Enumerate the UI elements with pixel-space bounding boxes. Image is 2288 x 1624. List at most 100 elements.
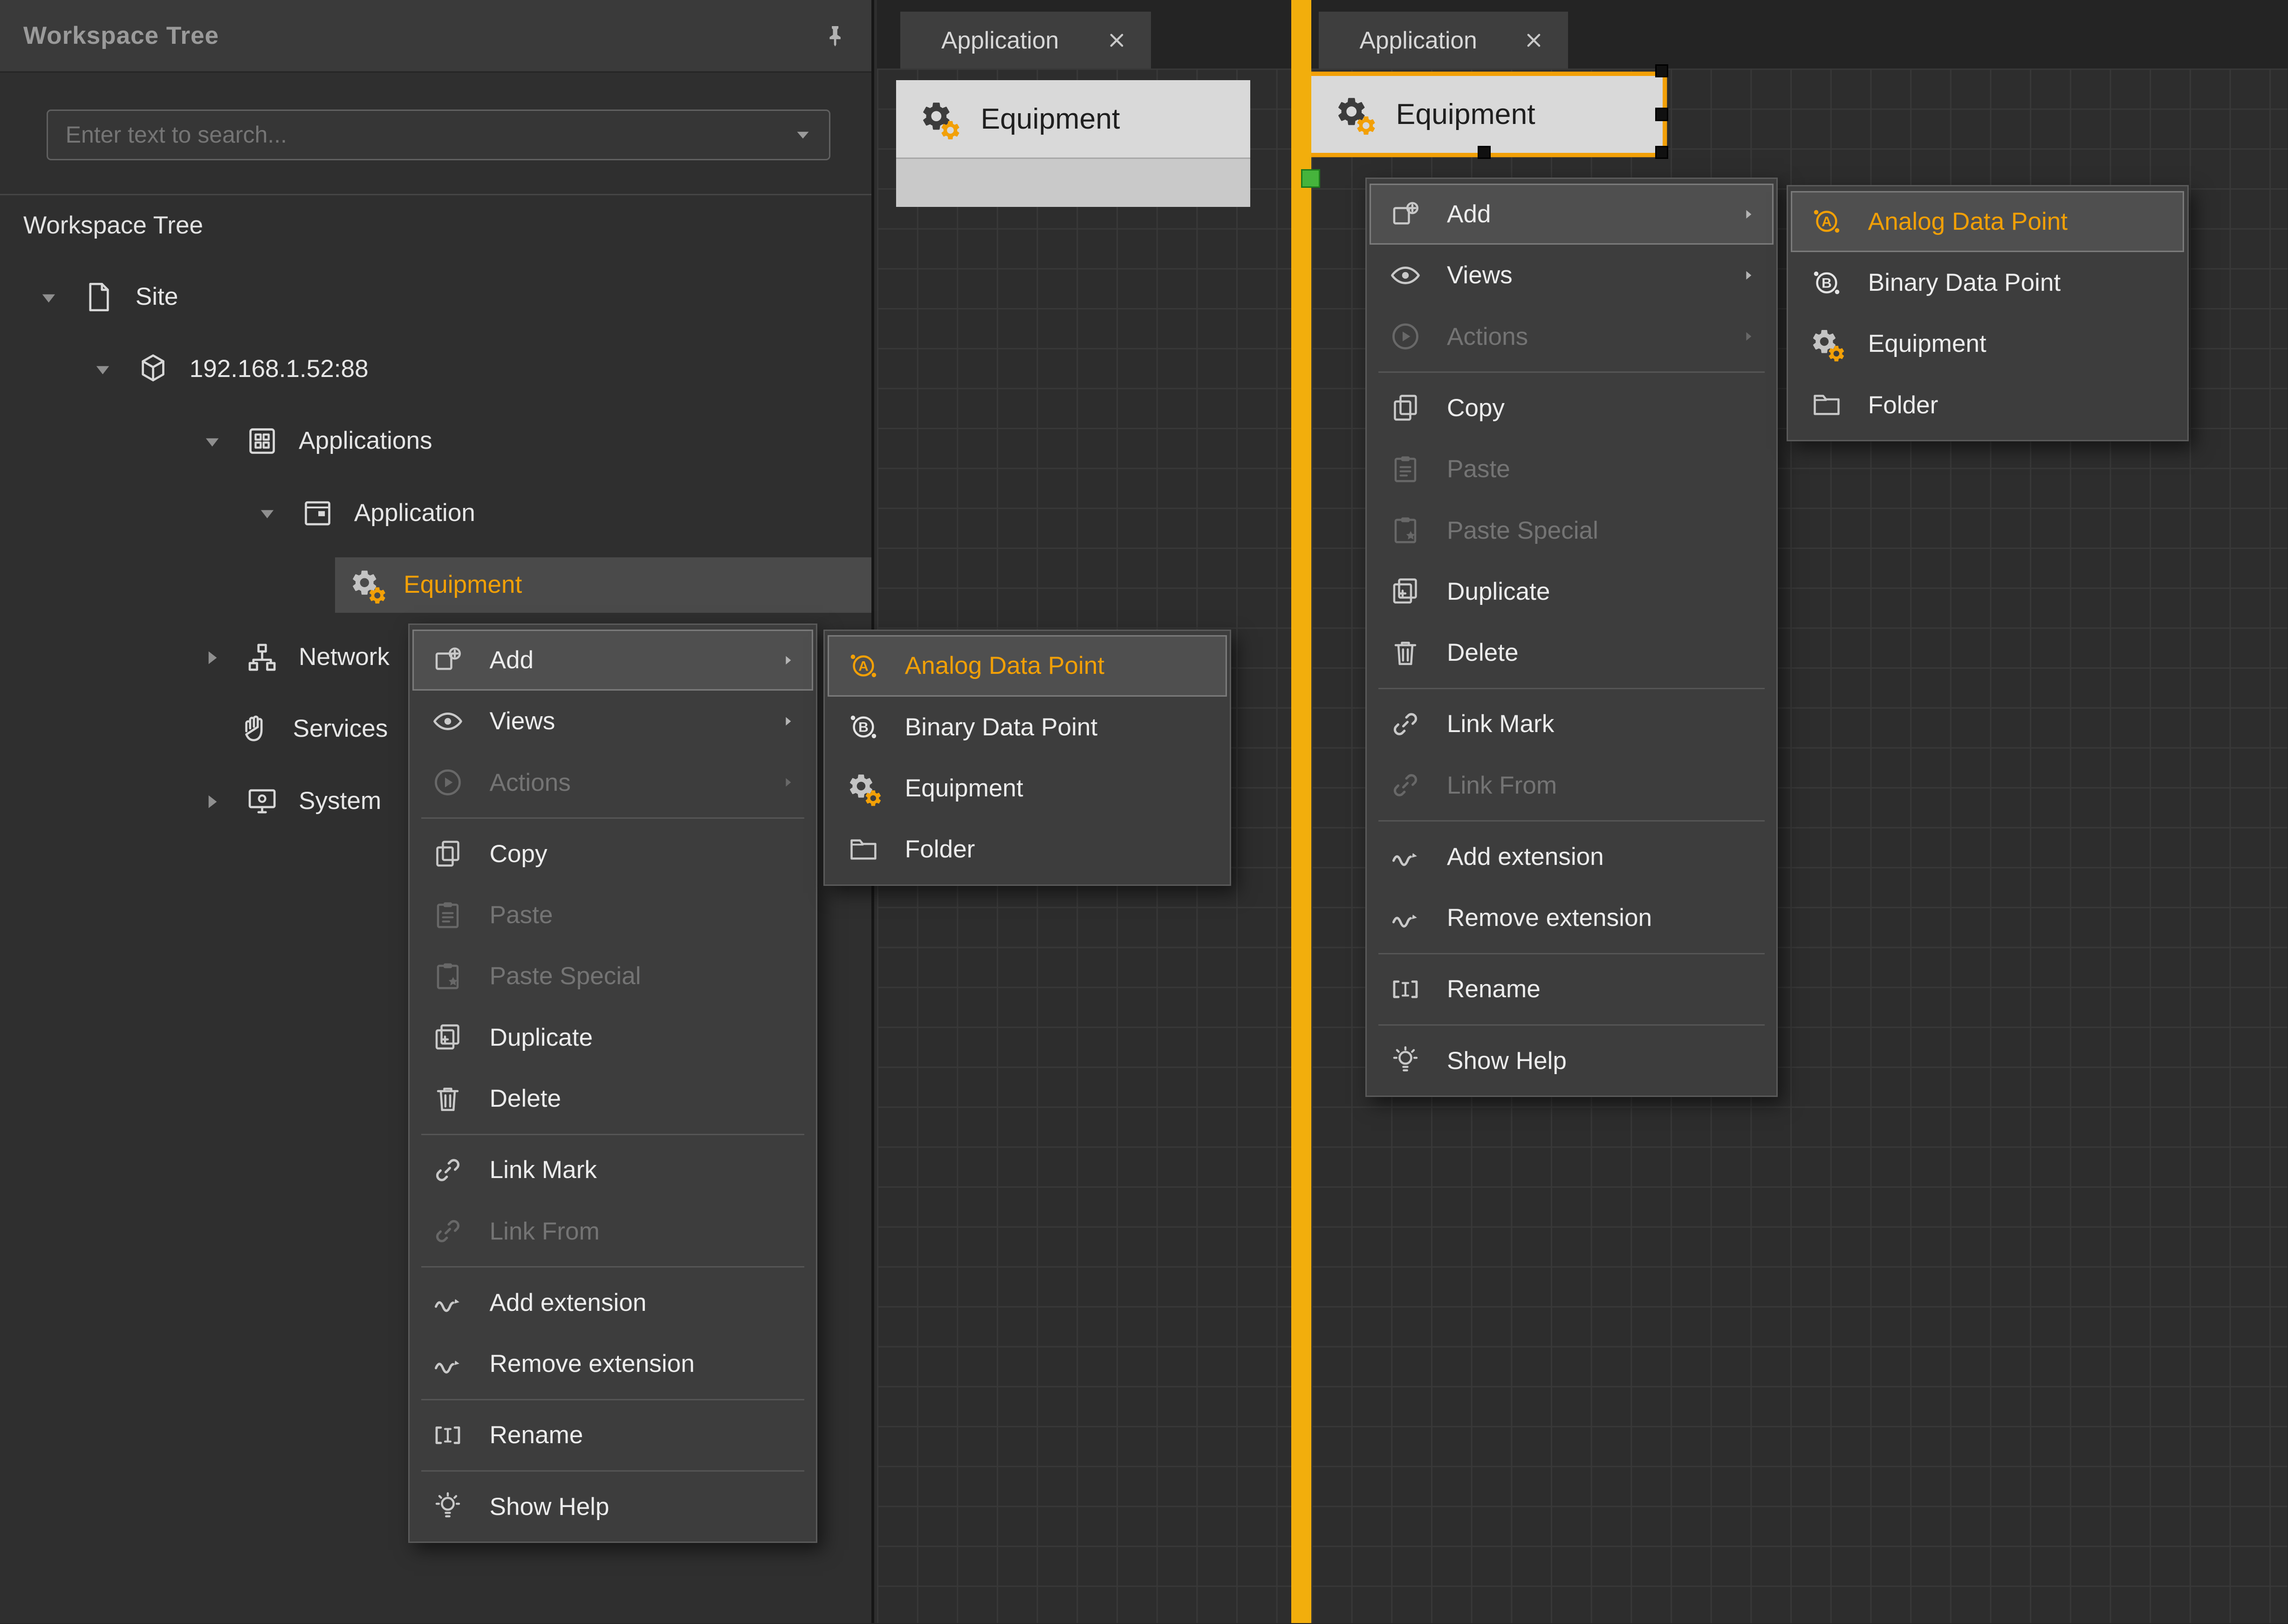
menu-item-label: Folder: [1868, 391, 2170, 419]
menu-item-add[interactable]: Add: [412, 630, 813, 691]
window-splitter[interactable]: [1291, 0, 1312, 1623]
menu-item-link-from[interactable]: Link From: [412, 1200, 813, 1261]
menu-separator: [1378, 688, 1765, 689]
pin-icon[interactable]: [822, 23, 848, 49]
menu-item-remove-extension[interactable]: Remove extension: [1370, 887, 1773, 948]
menu-item-label: Rename: [1447, 975, 1759, 1003]
menu-item-paste-special[interactable]: Paste Special: [412, 946, 813, 1007]
menu-item-label: Analog Data Point: [1868, 207, 2170, 236]
tree-node-label: 192.168.1.52:88: [190, 342, 369, 397]
tree-node-label: Application: [354, 486, 475, 541]
folder-icon: [1810, 388, 1843, 422]
submenu-arrow-icon: [1739, 204, 1759, 225]
app-window: Workspace Tree Workspace Tree Site192.16…: [0, 0, 2288, 1623]
search-dropdown-icon[interactable]: [791, 123, 815, 146]
submenu-arrow-icon: [1739, 265, 1759, 286]
tree-node-192-168-1-52-88[interactable]: 192.168.1.52:88: [0, 342, 871, 397]
menu-item-views[interactable]: Views: [1370, 245, 1773, 306]
menu-item-equipment[interactable]: Equipment: [1791, 313, 2185, 374]
tree-node-site[interactable]: Site: [0, 269, 871, 325]
menu-item-equipment[interactable]: Equipment: [828, 758, 1227, 819]
paste-special-icon: [1389, 514, 1422, 547]
menu-item-binary-data-point[interactable]: BBinary Data Point: [828, 697, 1227, 758]
tab-application-right[interactable]: Application: [1319, 12, 1568, 69]
menu-item-rename[interactable]: Rename: [412, 1405, 813, 1466]
menu-item-label: Copy: [1447, 394, 1759, 422]
menu-item-actions[interactable]: Actions: [1370, 306, 1773, 367]
menu-item-duplicate[interactable]: Duplicate: [1370, 561, 1773, 622]
menu-item-show-help[interactable]: Show Help: [412, 1476, 813, 1537]
paste-icon: [1389, 452, 1422, 486]
menu-item-label: Show Help: [490, 1493, 799, 1521]
paste-icon: [431, 898, 465, 932]
delete-icon: [431, 1082, 465, 1116]
menu-item-analog-data-point[interactable]: AAnalog Data Point: [1791, 191, 2185, 252]
expander-right-icon[interactable]: [201, 791, 223, 813]
services-icon: [239, 712, 274, 747]
anchor-handle[interactable]: [1301, 169, 1320, 188]
menu-item-link-mark[interactable]: Link Mark: [412, 1139, 813, 1200]
tab-close-icon[interactable]: [1106, 29, 1128, 51]
equipment-icon: [1335, 95, 1374, 134]
menu-item-add-extension[interactable]: Add extension: [1370, 826, 1773, 887]
menu-item-show-help[interactable]: Show Help: [1370, 1030, 1773, 1091]
expander-down-icon[interactable]: [201, 431, 223, 453]
resize-handle-s[interactable]: [1478, 146, 1491, 159]
menu-item-label: Add: [490, 646, 778, 674]
menu-item-copy[interactable]: Copy: [412, 823, 813, 884]
menu-item-analog-data-point[interactable]: A Analog Data Point: [828, 635, 1227, 696]
menu-item-add[interactable]: Add: [1370, 184, 1773, 245]
expander-down-icon[interactable]: [92, 359, 114, 381]
menu-item-binary-data-point[interactable]: BBinary Data Point: [1791, 252, 2185, 313]
tab-close-icon[interactable]: [1523, 29, 1545, 51]
tree-node-equipment[interactable]: Equipment: [0, 557, 871, 613]
menu-item-remove-extension[interactable]: Remove extension: [412, 1333, 813, 1394]
menu-item-folder[interactable]: Folder: [828, 819, 1227, 880]
search-input[interactable]: [48, 121, 791, 148]
tab-label: Application: [1359, 26, 1477, 54]
menu-item-label: Link Mark: [490, 1156, 799, 1184]
expander-down-icon[interactable]: [38, 287, 60, 309]
menu-item-delete[interactable]: Delete: [1370, 622, 1773, 683]
menu-item-label: Show Help: [1447, 1047, 1759, 1075]
menu-item-label: Delete: [1447, 638, 1759, 667]
rename-icon: [431, 1418, 465, 1452]
menu-item-label: Views: [1447, 261, 1739, 289]
menu-item-copy[interactable]: Copy: [1370, 377, 1773, 439]
menu-item-views[interactable]: Views: [412, 691, 813, 752]
analog-point-icon: A: [847, 649, 880, 683]
menu-item-duplicate[interactable]: Duplicate: [412, 1007, 813, 1068]
menu-item-delete[interactable]: Delete: [412, 1068, 813, 1129]
link-icon: [1389, 768, 1422, 802]
resize-handle-e[interactable]: [1655, 108, 1668, 121]
workspace-tree-header: Workspace Tree: [0, 0, 871, 73]
extension-icon: [431, 1347, 465, 1381]
menu-item-paste[interactable]: Paste: [1370, 439, 1773, 500]
menu-item-label: Equipment: [905, 774, 1213, 802]
menu-item-rename[interactable]: Rename: [1370, 959, 1773, 1020]
svg-text:A: A: [858, 659, 869, 674]
device-icon: [136, 352, 171, 387]
binary-point-icon: B: [1810, 266, 1843, 300]
menu-item-add-extension[interactable]: Add extension: [412, 1272, 813, 1333]
tree-node-label: Services: [293, 701, 388, 757]
resize-handle-ne[interactable]: [1655, 64, 1668, 77]
tab-application-left[interactable]: Application: [900, 12, 1151, 69]
tree-node-application[interactable]: Application: [0, 486, 871, 541]
menu-item-label: Analog Data Point: [905, 651, 1213, 680]
menu-item-paste-special[interactable]: Paste Special: [1370, 500, 1773, 561]
tree-node-applications[interactable]: Applications: [0, 413, 871, 469]
equipment-widget-label: Equipment: [1396, 97, 1535, 131]
menu-item-paste[interactable]: Paste: [412, 884, 813, 946]
menu-item-folder[interactable]: Folder: [1791, 374, 2185, 435]
expander-right-icon[interactable]: [201, 647, 223, 669]
equipment-widget-left[interactable]: Equipment: [896, 80, 1250, 207]
expander-down-icon[interactable]: [256, 503, 278, 525]
menu-item-link-mark[interactable]: Link Mark: [1370, 693, 1773, 754]
equipment-widget-right[interactable]: Equipment: [1311, 76, 1663, 153]
menu-item-actions[interactable]: Actions: [412, 752, 813, 813]
menu-item-label: Add extension: [1447, 843, 1759, 871]
resize-handle-se[interactable]: [1655, 146, 1668, 159]
tree-node-label: Equipment: [404, 557, 522, 613]
menu-item-link-from[interactable]: Link From: [1370, 755, 1773, 816]
